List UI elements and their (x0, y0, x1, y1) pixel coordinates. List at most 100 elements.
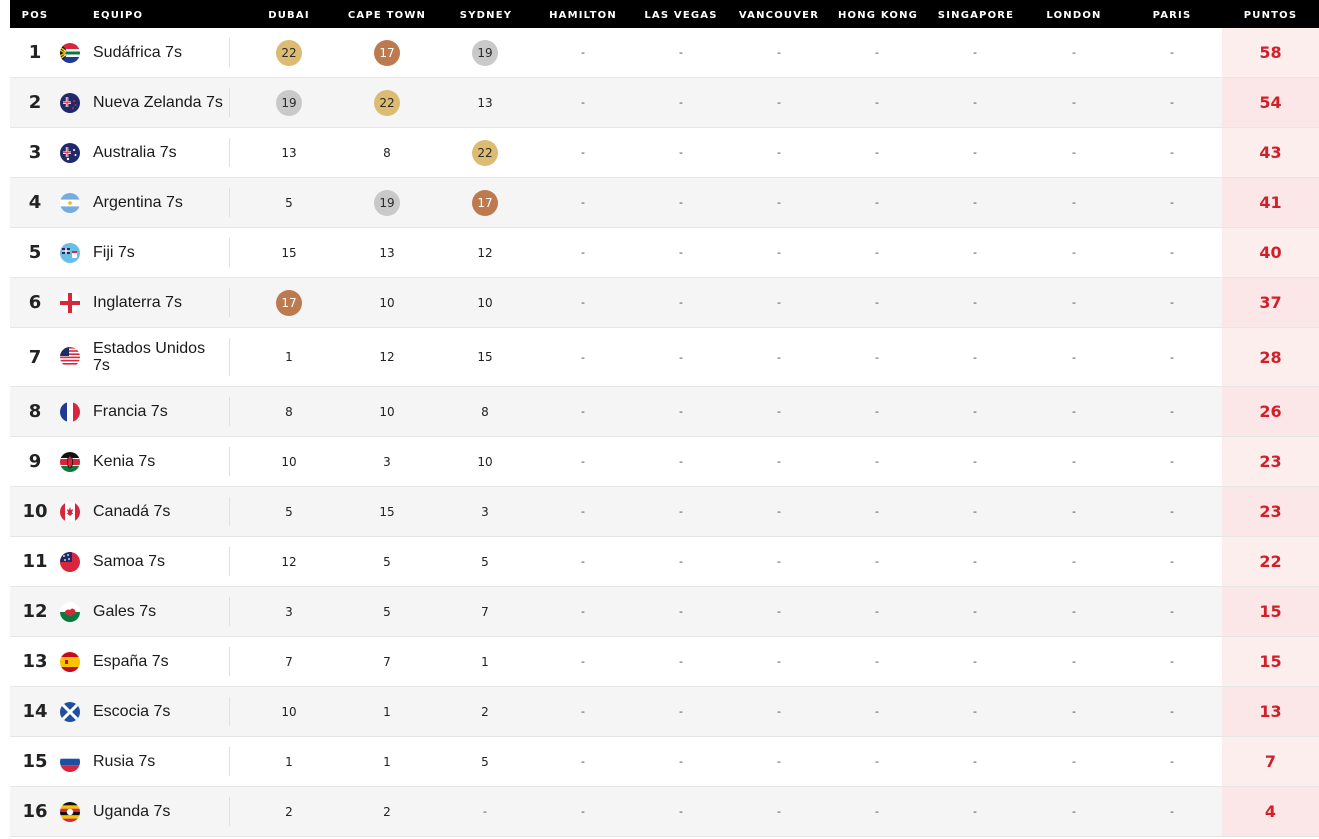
score-value: - (973, 605, 977, 618)
venue-score-cell: - (847, 437, 907, 486)
team-name[interactable]: Inglaterra 7s (93, 278, 223, 327)
venue-score-cell: - (1044, 28, 1104, 77)
score-value: - (777, 755, 781, 768)
venue-score-cell: 17 (259, 278, 319, 327)
score-value: - (973, 146, 977, 159)
venue-score-cell: - (749, 278, 809, 327)
silver-medal-badge: 19 (276, 89, 302, 116)
venue-score-cell: - (553, 787, 613, 836)
team-name[interactable]: Samoa 7s (93, 537, 223, 586)
venue-score-cell: - (1044, 487, 1104, 536)
score-value: - (777, 505, 781, 518)
score-value: - (1170, 196, 1174, 209)
score-value: - (875, 46, 879, 59)
venue-score-cell: - (1044, 78, 1104, 127)
total-points: 37 (1259, 293, 1282, 312)
venue-score-cell: - (847, 537, 907, 586)
venue-score-cell: 22 (357, 78, 417, 127)
table-row: 16 Uganda 7s 2 2 - - - - - - - - 4 (10, 787, 1319, 837)
score-value: - (581, 505, 585, 518)
venue-score-cell: 22 (259, 28, 319, 77)
team-name[interactable]: España 7s (93, 637, 223, 686)
team-name[interactable]: Estados Unidos 7s (93, 328, 223, 386)
score-value: - (875, 246, 879, 259)
venue-score-cell: - (945, 687, 1005, 736)
venue-score-cell: - (651, 28, 711, 77)
score-value: 13 (477, 95, 493, 110)
venue-score-cell: - (651, 487, 711, 536)
venue-score-cell: - (945, 28, 1005, 77)
position-number: 6 (28, 292, 42, 313)
venue-score-cell: 12 (455, 228, 515, 277)
total-points: 15 (1259, 652, 1282, 671)
venue-score-cell: - (553, 387, 613, 436)
wales-flag-icon (60, 601, 80, 622)
score-value: - (1170, 805, 1174, 818)
table-header: POS EQUIPO DUBAI CAPE TOWN SYDNEY HAMILT… (10, 0, 1319, 28)
table-row: 13 España 7s 7 7 1 - - - - - - - 15 (10, 637, 1319, 687)
score-value: - (875, 296, 879, 309)
team-name[interactable]: Gales 7s (93, 587, 223, 636)
new-zealand-flag-icon (60, 92, 80, 113)
venue-score-cell: - (945, 387, 1005, 436)
total-points: 4 (1264, 802, 1277, 821)
column-divider (229, 747, 230, 776)
header-venue-london: LONDON (1046, 10, 1102, 21)
score-value: - (679, 755, 683, 768)
fiji-flag-icon (60, 242, 80, 263)
column-divider (229, 397, 230, 426)
score-value: - (973, 405, 977, 418)
score-value: 15 (477, 350, 493, 364)
venue-score-cell: 19 (455, 28, 515, 77)
team-name[interactable]: Sudáfrica 7s (93, 28, 223, 77)
team-name[interactable]: Nueva Zelanda 7s (93, 78, 223, 127)
score-value: - (875, 655, 879, 668)
total-points: 41 (1259, 193, 1282, 212)
column-divider (229, 238, 230, 267)
russia-flag-icon (60, 751, 80, 772)
team-name[interactable]: Rusia 7s (93, 737, 223, 786)
score-value: - (581, 96, 585, 109)
score-value: - (973, 455, 977, 468)
venue-score-cell: - (749, 787, 809, 836)
gold-medal-badge: 22 (374, 89, 400, 116)
venue-score-cell: - (553, 228, 613, 277)
venue-score-cell: - (651, 128, 711, 177)
score-value: - (875, 455, 879, 468)
team-name[interactable]: Uganda 7s (93, 787, 223, 836)
score-value: - (973, 246, 977, 259)
team-name[interactable]: Escocia 7s (93, 687, 223, 736)
table-row: 15 Rusia 7s 1 1 5- - - - - - -7 (10, 737, 1319, 787)
score-value: - (777, 805, 781, 818)
team-name[interactable]: Francia 7s (93, 387, 223, 436)
score-value: - (777, 96, 781, 109)
venue-score-cell: 15 (455, 328, 515, 386)
score-value: - (581, 555, 585, 568)
team-name[interactable]: Fiji 7s (93, 228, 223, 277)
column-divider (229, 88, 230, 117)
venue-score-cell: - (651, 637, 711, 686)
standings-table: POS EQUIPO DUBAI CAPE TOWN SYDNEY HAMILT… (0, 0, 1319, 839)
score-value: - (1072, 555, 1076, 568)
score-value: - (973, 755, 977, 768)
team-name[interactable]: Argentina 7s (93, 178, 223, 227)
table-row: 5 Fiji 7s 15 13 12 - - - - - - - 40 (10, 228, 1319, 278)
score-value: 7 (481, 604, 489, 619)
venue-score-cell: - (749, 128, 809, 177)
table-row: 3 Australia 7s 13 8 22 - - - - - - - 43 (10, 128, 1319, 178)
venue-score-cell: - (651, 587, 711, 636)
venue-score-cell: - (651, 737, 711, 786)
score-value: - (875, 555, 879, 568)
column-divider (229, 497, 230, 526)
venue-score-cell: - (553, 737, 613, 786)
score-value: - (581, 350, 585, 364)
score-value: 3 (481, 504, 489, 519)
team-name[interactable]: Kenia 7s (93, 437, 223, 486)
team-name[interactable]: Canadá 7s (93, 487, 223, 536)
venue-score-cell: - (847, 637, 907, 686)
venue-score-cell: - (945, 637, 1005, 686)
score-value: - (1072, 755, 1076, 768)
venue-score-cell: - (553, 637, 613, 686)
position-number: 2 (28, 92, 42, 113)
team-name[interactable]: Australia 7s (93, 128, 223, 177)
